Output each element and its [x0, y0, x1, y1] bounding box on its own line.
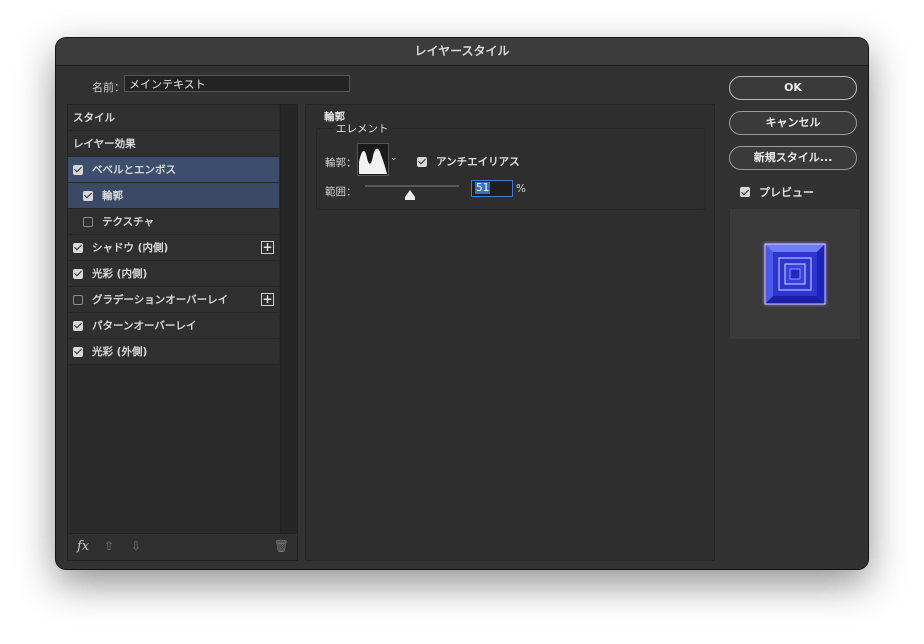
- element-group: エレメント 輪郭： ⌄ アンチエイリアス 範囲： 51 %: [316, 121, 705, 210]
- add-effect-icon[interactable]: +: [261, 241, 274, 254]
- style-checkbox[interactable]: [73, 242, 83, 253]
- style-row-label: スタイル: [73, 112, 115, 124]
- style-row[interactable]: ベベルとエンボス: [68, 157, 279, 183]
- arrow-down-icon[interactable]: ⇩: [131, 539, 141, 553]
- new-style-button[interactable]: 新規スタイル...: [729, 146, 857, 170]
- range-input[interactable]: 51: [471, 180, 513, 197]
- add-effect-icon[interactable]: +: [261, 293, 274, 306]
- style-row[interactable]: スタイル: [68, 105, 279, 131]
- style-row[interactable]: テクスチャ: [68, 209, 279, 235]
- antialias-checkbox[interactable]: アンチエイリアス: [417, 154, 520, 169]
- antialias-label: アンチエイリアス: [436, 156, 520, 168]
- style-row-label: 輪郭: [102, 190, 123, 202]
- style-row-label: ベベルとエンボス: [92, 164, 176, 176]
- cancel-button[interactable]: キャンセル: [729, 111, 857, 135]
- contour-label: 輪郭：: [325, 157, 357, 169]
- arrow-up-icon[interactable]: ⇧: [104, 539, 114, 553]
- group-title: エレメント: [334, 121, 391, 136]
- style-checkbox[interactable]: [73, 320, 83, 331]
- name-input[interactable]: [124, 75, 350, 92]
- style-row[interactable]: レイヤー効果: [68, 131, 279, 157]
- style-row-label: 光彩 (内側): [92, 268, 148, 280]
- range-unit: %: [516, 183, 526, 195]
- preview-checkbox[interactable]: プレビュー: [740, 184, 814, 200]
- style-row[interactable]: 光彩 (内側): [68, 261, 279, 287]
- style-row-label: レイヤー効果: [73, 138, 136, 150]
- style-checkbox[interactable]: [73, 346, 83, 357]
- style-row-label: グラデーションオーバーレイ: [92, 294, 229, 306]
- range-slider-thumb-base[interactable]: [405, 197, 415, 200]
- range-slider-track[interactable]: [365, 185, 459, 187]
- trash-icon[interactable]: 🗑: [274, 539, 289, 553]
- styles-list-panel: スタイルレイヤー効果ベベルとエンボス輪郭テクスチャシャドウ (内側) + 光彩 (内…: [67, 104, 298, 561]
- range-label: 範囲：: [325, 186, 357, 198]
- style-checkbox[interactable]: [83, 216, 93, 227]
- style-row[interactable]: シャドウ (内側) +: [68, 235, 279, 261]
- fx-button[interactable]: fx: [77, 539, 89, 554]
- styles-list-scrollbar[interactable]: [280, 105, 297, 533]
- style-row-label: 光彩 (外側): [92, 346, 148, 358]
- style-row-label: パターンオーバーレイ: [92, 320, 197, 332]
- ok-button[interactable]: OK: [729, 76, 857, 100]
- contour-curve-icon: [359, 148, 387, 174]
- style-row[interactable]: 光彩 (外側): [68, 339, 279, 365]
- styles-list: スタイルレイヤー効果ベベルとエンボス輪郭テクスチャシャドウ (内側) + 光彩 (内…: [68, 105, 279, 365]
- layer-style-dialog: レイヤースタイル 名前： スタイルレイヤー効果ベベルとエンボス輪郭テクスチャシャ…: [56, 38, 868, 569]
- style-checkbox[interactable]: [73, 164, 83, 175]
- styles-list-footer: fx ⇧ ⇩ 🗑: [68, 533, 297, 560]
- style-checkbox[interactable]: [73, 268, 83, 279]
- style-checkbox[interactable]: [83, 190, 93, 201]
- range-value: 51: [475, 182, 491, 194]
- style-row[interactable]: 輪郭: [68, 183, 279, 209]
- style-checkbox[interactable]: [73, 294, 83, 305]
- range-slider-thumb[interactable]: [405, 190, 415, 197]
- preview-area: [729, 208, 861, 340]
- dialog-title: レイヤースタイル: [56, 38, 868, 66]
- name-label: 名前：: [92, 81, 125, 94]
- chevron-down-icon[interactable]: ⌄: [390, 153, 398, 163]
- style-preview-thumbnail: [764, 243, 826, 305]
- style-row-label: シャドウ (内側): [92, 242, 169, 254]
- antialias-check-icon[interactable]: [417, 156, 427, 167]
- contour-settings-panel: 輪郭 エレメント 輪郭： ⌄ アンチエイリアス 範囲： 51 %: [305, 104, 715, 561]
- contour-picker[interactable]: [357, 143, 389, 176]
- preview-check-icon[interactable]: [740, 187, 750, 197]
- style-row[interactable]: パターンオーバーレイ: [68, 313, 279, 339]
- preview-label: プレビュー: [759, 186, 814, 199]
- style-row-label: テクスチャ: [102, 216, 155, 228]
- style-row[interactable]: グラデーションオーバーレイ +: [68, 287, 279, 313]
